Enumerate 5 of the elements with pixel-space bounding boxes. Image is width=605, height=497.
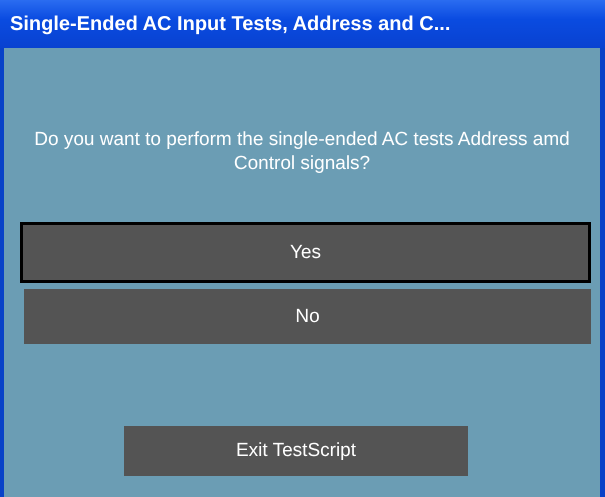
choice-button[interactable]: Yes bbox=[20, 222, 591, 283]
choice-button[interactable]: No bbox=[24, 289, 591, 344]
exit-button[interactable]: Exit TestScript bbox=[124, 426, 468, 476]
question-text: Do you want to perform the single-ended AC tests Address amd Control signals? bbox=[33, 128, 571, 176]
window-title: Single-Ended AC Input Tests, Address and C... bbox=[0, 0, 605, 48]
